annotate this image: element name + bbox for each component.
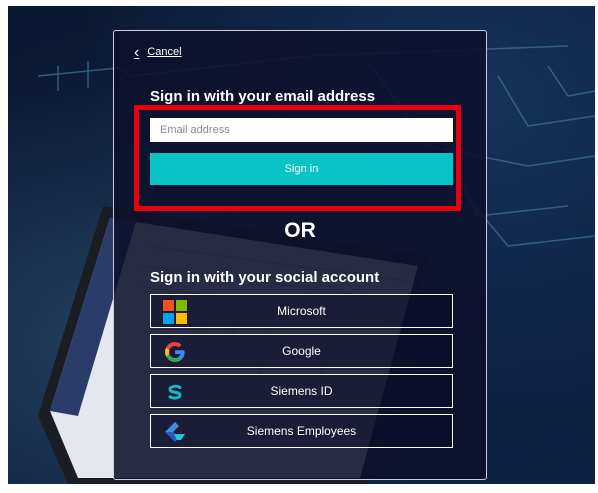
email-address-input[interactable] bbox=[150, 118, 453, 142]
siemens-id-button[interactable]: Siemens ID bbox=[150, 374, 453, 408]
email-heading: Sign in with your email address bbox=[150, 88, 376, 105]
siemens-employees-logo-icon bbox=[165, 422, 185, 442]
google-logo-icon bbox=[165, 342, 185, 362]
google-label: Google bbox=[282, 344, 321, 358]
social-heading: Sign in with your social account bbox=[150, 269, 380, 286]
or-divider: OR bbox=[284, 219, 316, 242]
siemens-employees-button[interactable]: Siemens Employees bbox=[150, 414, 453, 448]
cancel-label: Cancel bbox=[147, 46, 182, 58]
microsoft-label: Microsoft bbox=[277, 304, 326, 318]
microsoft-button[interactable]: Microsoft bbox=[150, 294, 453, 328]
cancel-link[interactable]: ‹ Cancel bbox=[134, 43, 182, 61]
microsoft-logo-icon bbox=[163, 300, 187, 324]
sign-in-button[interactable]: Sign in bbox=[150, 153, 453, 185]
siemens-employees-label: Siemens Employees bbox=[246, 424, 357, 438]
chevron-left-icon: ‹ bbox=[134, 43, 140, 61]
google-button[interactable]: Google bbox=[150, 334, 453, 368]
sign-in-panel: ‹ Cancel Sign in with your email address… bbox=[113, 30, 487, 480]
siemens-id-logo-icon bbox=[168, 384, 182, 400]
sign-in-label: Sign in bbox=[284, 163, 319, 175]
siemens-id-label: Siemens ID bbox=[270, 384, 333, 398]
